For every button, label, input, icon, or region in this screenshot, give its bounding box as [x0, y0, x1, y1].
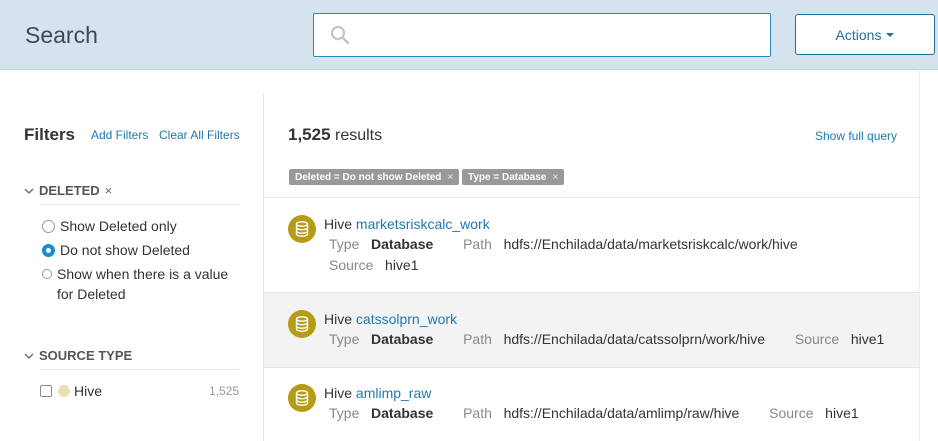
- result-prefix: Hive: [324, 216, 353, 232]
- radio-button-selected[interactable]: [42, 244, 55, 257]
- filters-sidebar: Filters Add Filters Clear All Filters DE…: [0, 71, 263, 441]
- path-value: hdfs://Enchilada/data/marketsriskcalc/wo…: [503, 236, 798, 252]
- path-label: Path: [463, 236, 492, 252]
- facet-deleted-title: DELETED: [39, 183, 100, 198]
- path-value: hdfs://Enchilada/data/catssolprn/work/hi…: [503, 331, 766, 347]
- facet-source-type-title: SOURCE TYPE: [39, 348, 133, 363]
- header-bar: Search Actions: [0, 0, 938, 70]
- source-value: hive1: [850, 331, 885, 347]
- filters-title: Filters: [24, 125, 76, 144]
- type-label: Type: [329, 236, 360, 252]
- result-prefix: Hive: [324, 311, 353, 327]
- filter-chip-type[interactable]: Type = Database ×: [462, 169, 565, 185]
- page-title: Search: [25, 22, 98, 48]
- filter-chip-deleted[interactable]: Deleted = Do not show Deleted ×: [289, 169, 460, 185]
- database-icon: [288, 310, 316, 338]
- type-value: Database: [371, 405, 434, 421]
- hive-color-dot: [58, 385, 70, 397]
- type-value: Database: [371, 331, 434, 347]
- facet-divider: [40, 369, 239, 370]
- search-icon: [330, 25, 350, 45]
- result-name-link[interactable]: amlimp_raw: [356, 385, 431, 401]
- chip-label: Deleted = Do not show Deleted: [295, 171, 442, 183]
- chip-label: Type = Database: [468, 171, 547, 183]
- path-label: Path: [463, 405, 492, 421]
- clear-all-filters-link[interactable]: Clear All Filters: [159, 128, 240, 142]
- facet-deleted-header[interactable]: DELETED ×: [24, 183, 112, 198]
- results-count-number: 1,525: [288, 125, 331, 144]
- result-meta: Type Database Path hdfs://Enchilada/data…: [329, 405, 859, 421]
- add-filters-link[interactable]: Add Filters: [91, 128, 148, 142]
- results-count: 1,525 results: [288, 125, 382, 145]
- chip-remove-icon[interactable]: ×: [552, 172, 558, 183]
- hive-facet-label[interactable]: Hive: [74, 383, 102, 399]
- radio-show-deleted-only[interactable]: Show Deleted only: [42, 216, 177, 236]
- result-title: Hive amlimp_raw: [324, 385, 431, 401]
- actions-button[interactable]: Actions: [795, 14, 935, 55]
- facet-divider: [40, 204, 239, 205]
- type-value: Database: [371, 236, 434, 252]
- radio-label: Do not show Deleted: [60, 242, 190, 258]
- right-divider: [919, 71, 920, 441]
- chevron-down-icon: [24, 188, 34, 194]
- chevron-down-icon: [24, 353, 34, 359]
- source-label: Source: [769, 405, 814, 421]
- result-title: Hive marketsriskcalc_work: [324, 216, 490, 232]
- chip-remove-icon[interactable]: ×: [447, 172, 453, 183]
- result-meta: Type Database Path hdfs://Enchilada/data…: [329, 236, 798, 252]
- source-label: Source: [794, 331, 840, 347]
- type-label: Type: [329, 331, 360, 347]
- result-meta-source: Source hive1: [329, 257, 419, 273]
- source-value: hive1: [385, 257, 419, 273]
- radio-do-not-show-deleted[interactable]: Do not show Deleted: [42, 240, 190, 260]
- path-value: hdfs://Enchilada/data/amlimp/raw/hive: [503, 405, 740, 421]
- radio-show-when-value[interactable]: Show when there is a value for Deleted: [42, 264, 228, 304]
- radio-label: Show when there is a value for Deleted: [57, 264, 228, 304]
- search-input[interactable]: [313, 13, 771, 57]
- show-full-query-link[interactable]: Show full query: [815, 129, 897, 143]
- result-item[interactable]: Hive catssolprn_work Type Database Path …: [264, 293, 919, 367]
- radio-label: Show Deleted only: [60, 218, 177, 234]
- result-prefix: Hive: [324, 385, 353, 401]
- database-icon: [288, 384, 316, 412]
- results-count-suffix: results: [335, 127, 383, 144]
- source-value: hive1: [825, 405, 859, 421]
- radio-button[interactable]: [42, 220, 55, 233]
- result-item[interactable]: Hive amlimp_raw Type Database Path hdfs:…: [264, 368, 919, 441]
- result-title: Hive catssolprn_work: [324, 311, 457, 327]
- type-label: Type: [329, 405, 360, 421]
- source-label: Source: [329, 257, 374, 273]
- result-name-link[interactable]: marketsriskcalc_work: [356, 216, 490, 232]
- result-name-link[interactable]: catssolprn_work: [356, 311, 457, 327]
- facet-deleted-remove[interactable]: ×: [105, 183, 113, 198]
- radio-button[interactable]: [42, 269, 52, 279]
- caret-down-icon: [886, 32, 895, 37]
- hive-facet-count: 1,525: [208, 384, 239, 398]
- hive-checkbox[interactable]: [40, 385, 52, 397]
- facet-source-type-header[interactable]: SOURCE TYPE: [24, 348, 132, 363]
- result-meta: Type Database Path hdfs://Enchilada/data…: [329, 331, 884, 347]
- radio-label-line1: Show when there is a value: [57, 266, 229, 282]
- database-icon: [288, 215, 316, 243]
- radio-label-line2: for Deleted: [57, 286, 126, 302]
- actions-button-label: Actions: [835, 26, 882, 43]
- path-label: Path: [463, 331, 492, 347]
- result-item[interactable]: Hive marketsriskcalc_work Type Database …: [264, 198, 919, 292]
